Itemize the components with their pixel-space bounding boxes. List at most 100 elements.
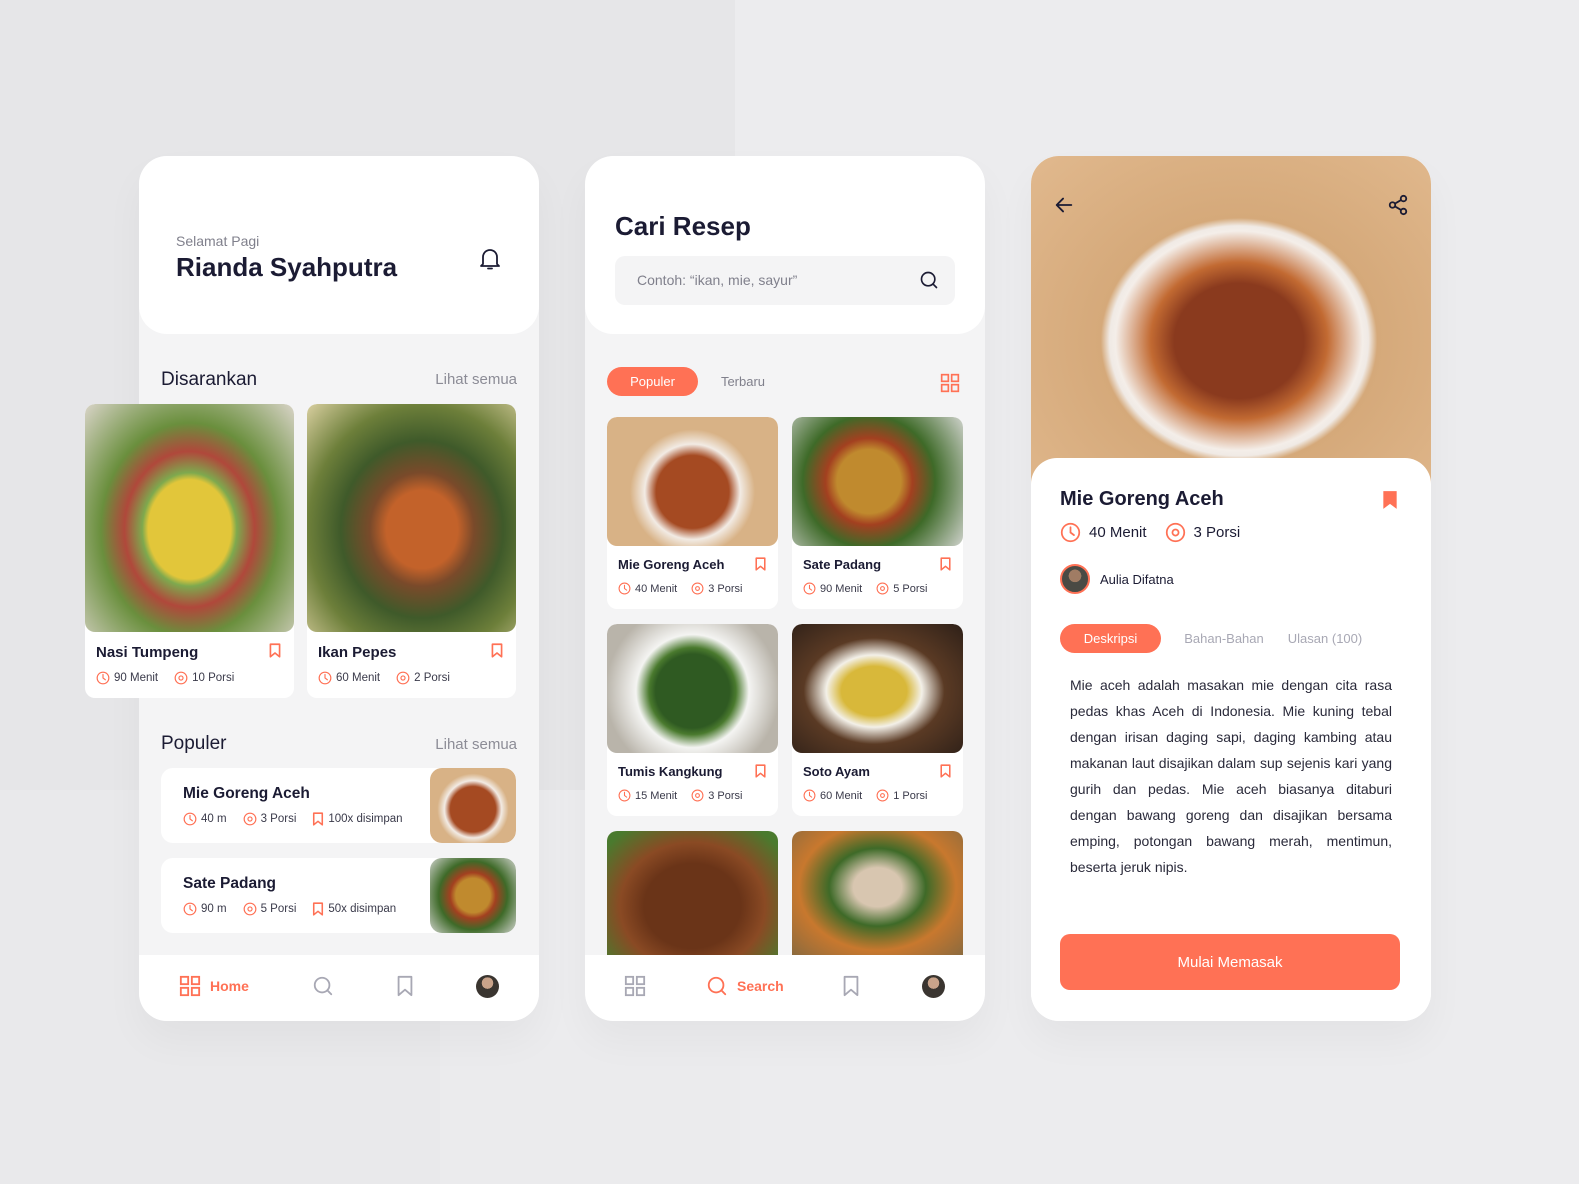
recipe-time: 40 Menit — [635, 582, 678, 595]
suggested-card[interactable]: Ikan Pepes 60 Menit 2 Porsi — [307, 404, 516, 698]
bookmark-icon[interactable] — [269, 643, 281, 658]
recipe-portions: 2 Porsi — [414, 672, 450, 684]
greeting-header: Selamat Pagi Rianda Syahputra — [139, 156, 539, 334]
portion-icon — [876, 789, 889, 802]
clock-icon — [803, 582, 816, 595]
recipe-time: 40 Menit — [1089, 524, 1147, 541]
bell-icon[interactable] — [478, 246, 502, 272]
popular-see-all-link[interactable]: Lihat semua — [435, 736, 517, 753]
recipe-meta: 15 Menit 3 Porsi — [618, 789, 742, 802]
saved-count: 50x disimpan — [328, 903, 397, 915]
recipe-time: 15 Menit — [635, 789, 678, 802]
clock-icon — [318, 671, 332, 685]
recipe-title: Mie Goreng Aceh — [618, 557, 725, 572]
recipe-card-partial-image[interactable] — [792, 831, 963, 956]
bookmark-icon[interactable] — [840, 975, 862, 997]
recipe-card[interactable]: Tumis Kangkung 15 Menit 3 Porsi — [607, 624, 778, 816]
recipe-portions: 5 Porsi — [893, 582, 928, 595]
tumis-kangkung-image — [607, 624, 778, 753]
portion-icon — [396, 671, 410, 685]
recipe-card[interactable]: Soto Ayam 60 Menit 1 Porsi — [792, 624, 963, 816]
bottom-navigation: Home — [139, 955, 539, 1021]
nav-home[interactable]: Home — [179, 975, 249, 997]
bookmark-icon[interactable] — [394, 975, 416, 997]
tab-bahan-bahan[interactable]: Bahan-Bahan — [1174, 624, 1274, 653]
recipe-card[interactable]: Mie Goreng Aceh 40 Menit 3 Porsi — [607, 417, 778, 609]
bookmark-icon[interactable] — [755, 557, 766, 571]
nav-home-label: Home — [210, 978, 249, 994]
recipe-meta: 40 Menit 3 Porsi — [618, 582, 742, 595]
recipe-portions: 3 Porsi — [260, 813, 297, 825]
recipe-description: Mie aceh adalah masakan mie dengan cita … — [1070, 677, 1392, 875]
search-input[interactable]: Contoh: “ikan, mie, sayur” — [615, 256, 955, 305]
recipe-portions: 10 Porsi — [192, 672, 235, 684]
bottom-navigation: Search — [585, 955, 985, 1021]
grid-icon — [179, 975, 201, 997]
suggested-card[interactable]: Nasi Tumpeng 90 Menit 10 Porsi — [85, 404, 294, 698]
recipe-title: Sate Padang — [803, 557, 882, 572]
clock-icon — [1060, 522, 1081, 543]
recipe-title: Soto Ayam — [803, 764, 870, 779]
recipe-time: 60 Menit — [336, 672, 381, 684]
clock-icon — [803, 789, 816, 802]
grid-icon[interactable] — [624, 975, 646, 997]
soto-ayam-image — [792, 624, 963, 753]
search-icon[interactable] — [312, 975, 334, 997]
nav-search[interactable]: Search — [706, 975, 784, 997]
author-name: Aulia Difatna — [1100, 571, 1174, 587]
recipe-portions: 3 Porsi — [708, 582, 743, 595]
recipe-title: Nasi Tumpeng — [96, 644, 199, 661]
detail-tabs: Deskripsi Bahan-Bahan Ulasan (100) — [1060, 624, 1400, 654]
clock-icon — [183, 812, 197, 826]
popular-list-item[interactable]: Mie Goreng Aceh 40 m 3 Porsi 100x disimp… — [161, 768, 516, 843]
recipe-author[interactable]: Aulia Difatna — [1060, 564, 1174, 594]
bookmark-filled-icon[interactable] — [1382, 490, 1398, 510]
recipe-meta: 40 Menit 3 Porsi — [1060, 522, 1240, 543]
filter-tab-terbaru[interactable]: Terbaru — [705, 367, 781, 396]
tab-ulasan[interactable]: Ulasan (100) — [1282, 624, 1368, 653]
recipe-time: 40 m — [201, 813, 227, 825]
bookmark-icon[interactable] — [755, 764, 766, 778]
recipe-meta: 90 Menit 10 Porsi — [96, 671, 234, 685]
filter-tab-populer[interactable]: Populer — [607, 367, 698, 396]
bookmark-icon[interactable] — [940, 557, 951, 571]
profile-avatar[interactable] — [476, 975, 499, 998]
search-screen: Cari Resep Contoh: “ikan, mie, sayur” Po… — [585, 156, 985, 1021]
recipe-card-partial-image[interactable] — [607, 831, 778, 956]
portion-icon — [1165, 522, 1186, 543]
recipe-card[interactable]: Sate Padang 90 Menit 5 Porsi — [792, 417, 963, 609]
share-icon[interactable] — [1387, 194, 1409, 216]
recipe-portions: 3 Porsi — [1193, 524, 1241, 541]
bookmark-icon — [312, 902, 324, 916]
clock-icon — [96, 671, 110, 685]
popular-list-item[interactable]: Sate Padang 90 m 5 Porsi 50x disimpan — [161, 858, 516, 933]
portion-icon — [243, 902, 257, 916]
suggested-see-all-link[interactable]: Lihat semua — [435, 371, 517, 388]
popular-title: Populer — [161, 733, 227, 754]
mie-goreng-aceh-image — [607, 417, 778, 546]
search-icon — [706, 975, 728, 997]
recipe-meta: 40 m 3 Porsi 100x disimpan — [183, 812, 403, 826]
greeting-text: Selamat Pagi — [176, 233, 260, 249]
recipe-title: Mie Goreng Aceh — [183, 785, 310, 802]
bookmark-icon — [312, 812, 324, 826]
back-arrow-icon[interactable] — [1053, 194, 1075, 216]
grid-view-icon[interactable] — [940, 373, 960, 393]
portion-icon — [243, 812, 257, 826]
bookmark-icon[interactable] — [940, 764, 951, 778]
search-icon[interactable] — [919, 270, 939, 290]
tab-deskripsi[interactable]: Deskripsi — [1060, 624, 1161, 653]
profile-avatar[interactable] — [922, 975, 945, 998]
portion-icon — [691, 789, 704, 802]
recipe-title: Mie Goreng Aceh — [1060, 488, 1224, 510]
recipe-portions: 3 Porsi — [708, 789, 743, 802]
background-panel — [440, 1040, 740, 1184]
recipe-time: 90 m — [201, 903, 227, 915]
mie-goreng-aceh-thumbnail — [430, 768, 516, 843]
recipe-time: 90 Menit — [114, 672, 159, 684]
home-screen: Selamat Pagi Rianda Syahputra Disarankan… — [85, 156, 539, 1021]
recipe-meta: 90 m 5 Porsi 50x disimpan — [183, 902, 396, 916]
start-cooking-button[interactable]: Mulai Memasak — [1060, 934, 1400, 990]
portion-icon — [691, 582, 704, 595]
bookmark-icon[interactable] — [491, 643, 503, 658]
